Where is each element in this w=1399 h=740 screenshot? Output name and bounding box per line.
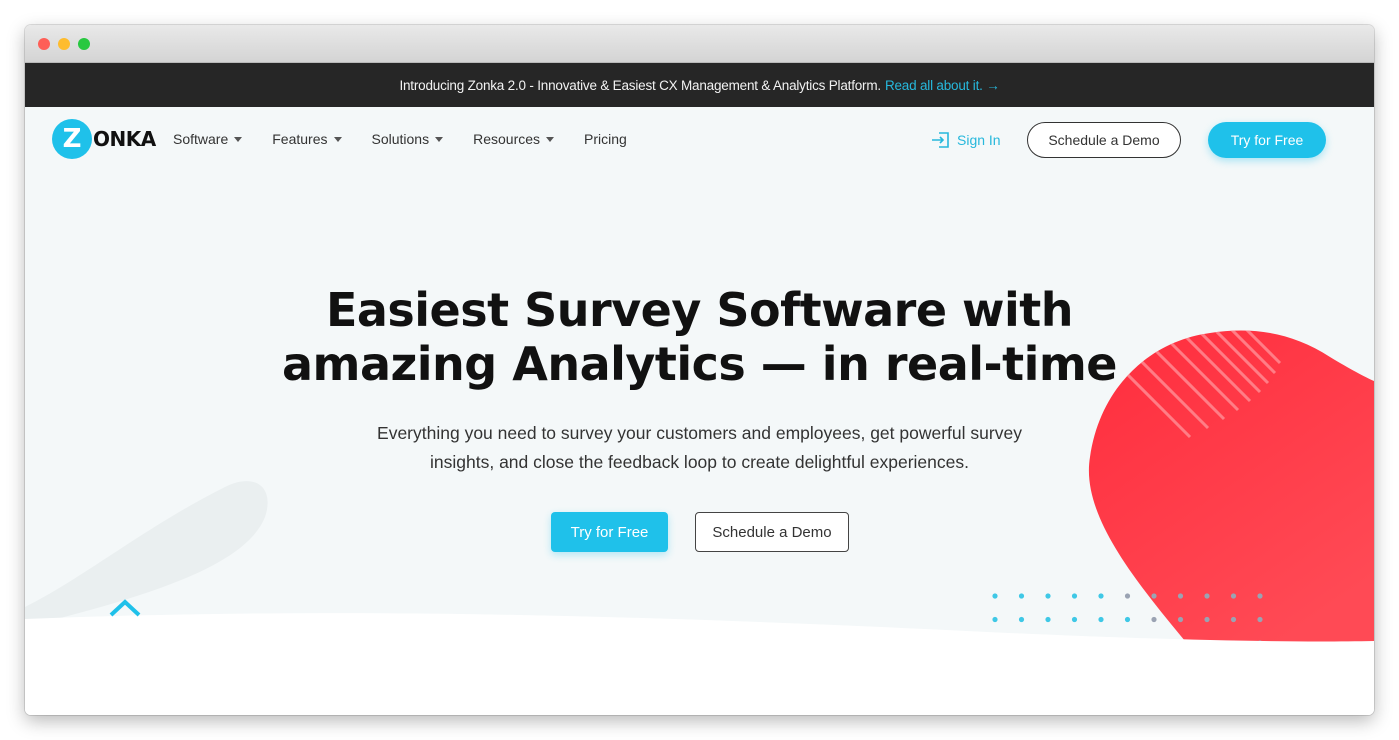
scroll-up-chevron-icon[interactable] — [107, 597, 143, 619]
announcement-link[interactable]: Read all about it. → — [885, 78, 1000, 93]
announcement-bar: Introducing Zonka 2.0 - Innovative & Eas… — [25, 63, 1374, 107]
main-navbar: Z ONKA Software Features Solutions Resou… — [25, 107, 1374, 173]
window-titlebar — [25, 25, 1374, 63]
sign-in-icon — [932, 132, 949, 148]
nav-item-label: Solutions — [371, 131, 430, 147]
nav-item-solutions[interactable]: Solutions — [372, 131, 444, 147]
caret-down-icon — [546, 136, 555, 142]
close-window-button[interactable] — [38, 38, 50, 50]
nav-item-label: Resources — [473, 131, 541, 147]
announcement-text: Introducing Zonka 2.0 - Innovative & Eas… — [399, 77, 881, 93]
nav-item-label: Features — [272, 131, 328, 147]
try-free-nav-button[interactable]: Try for Free — [1208, 122, 1326, 158]
nav-menu: Software Features Solutions Resources Pr… — [173, 131, 657, 147]
nav-item-software[interactable]: Software — [173, 131, 243, 147]
caret-down-icon — [333, 136, 342, 142]
sign-in-label: Sign In — [957, 132, 1001, 148]
schedule-demo-nav-button[interactable]: Schedule a Demo — [1027, 122, 1181, 158]
hero-subtext: Everything you need to survey your custo… — [25, 419, 1374, 477]
hero-headline: Easiest Survey Software with amazing Ana… — [25, 283, 1374, 391]
caret-down-icon — [234, 136, 243, 142]
nav-item-label: Software — [173, 131, 229, 147]
grid-dot — [1124, 593, 1131, 599]
grid-dot — [1045, 593, 1051, 599]
minimize-window-button[interactable] — [58, 38, 70, 50]
grid-dot — [1151, 593, 1157, 599]
hero-headline-line1: Easiest Survey Software with — [325, 283, 1074, 337]
logo-mark: Z — [52, 119, 92, 159]
grid-dot — [1098, 593, 1104, 599]
schedule-demo-hero-button[interactable]: Schedule a Demo — [695, 512, 849, 552]
nav-item-pricing[interactable]: Pricing — [584, 131, 627, 147]
grid-dot — [1230, 593, 1237, 599]
zonka-logo[interactable]: Z ONKA — [52, 119, 156, 159]
nav-item-features[interactable]: Features — [272, 131, 342, 147]
hero-subtext-line2: insights, and close the feedback loop to… — [430, 452, 969, 472]
try-free-hero-button[interactable]: Try for Free — [551, 512, 668, 552]
sign-in-link[interactable]: Sign In — [931, 131, 1001, 149]
nav-item-label: Pricing — [584, 131, 627, 147]
grid-dot — [1204, 593, 1210, 599]
caret-down-icon — [435, 136, 444, 142]
grid-dot — [1018, 593, 1025, 599]
bottom-wave-decoration — [25, 613, 1374, 715]
grid-dot — [1177, 593, 1184, 599]
logo-text: ONKA — [93, 127, 156, 151]
nav-item-resources[interactable]: Resources — [473, 131, 555, 147]
grid-dot — [1071, 593, 1078, 599]
grid-dot — [992, 593, 998, 599]
maximize-window-button[interactable] — [78, 38, 90, 50]
hero-section: Z ONKA Software Features Solutions Resou… — [25, 107, 1374, 715]
browser-window: Introducing Zonka 2.0 - Innovative & Eas… — [25, 25, 1374, 715]
hero-subtext-line1: Everything you need to survey your custo… — [377, 423, 1022, 443]
grid-dot — [1257, 593, 1263, 599]
hero-headline-line2: amazing Analytics — in real-time — [281, 337, 1118, 391]
